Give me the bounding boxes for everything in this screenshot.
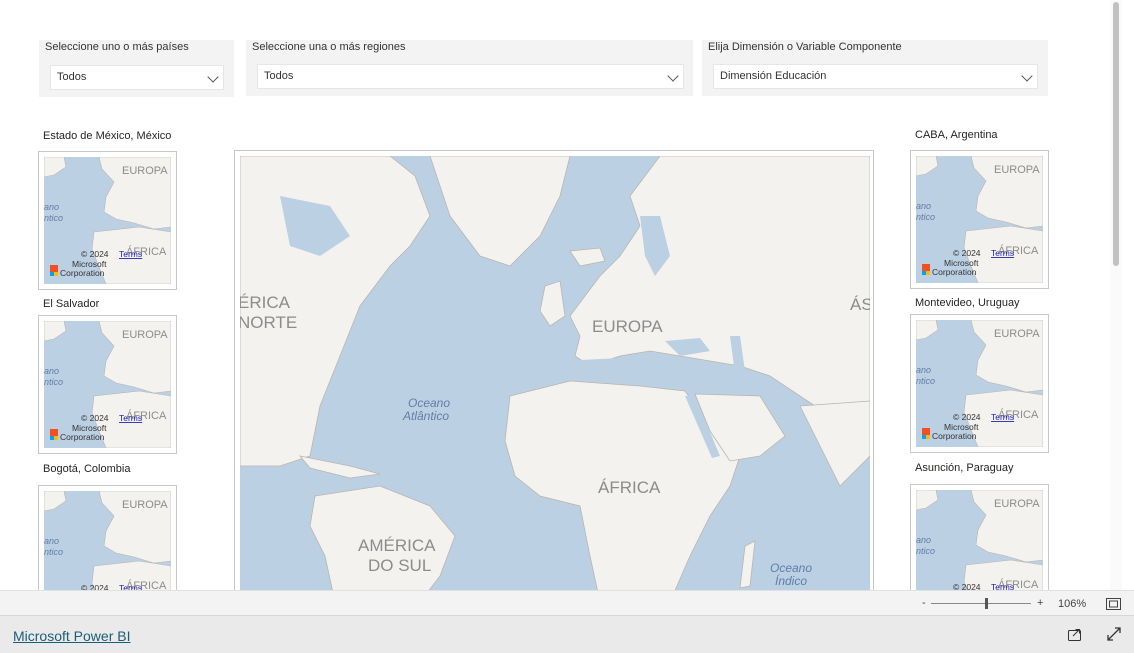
report-canvas: Seleccione uno o más países Todos Selecc… — [0, 0, 1122, 590]
label-oceano-indico-2: Índico — [775, 573, 807, 588]
mini-label-ocean: ntico — [44, 377, 63, 387]
countries-dropdown-value: Todos — [57, 71, 87, 83]
scrollbar-thumb[interactable] — [1113, 2, 1119, 266]
mini-terms-link[interactable]: Terms — [119, 413, 142, 423]
mini-map-graphic: EUROPAÁFRICAanontico© 2024TermsMicrosoft… — [916, 156, 1043, 283]
mini-map-graphic: EUROPAÁFRICAanontico© 2024TermsMicrosoft… — [44, 157, 171, 284]
mini-map[interactable]: EUROPAÁFRICAanontico© 2024TermsMicrosoft… — [38, 151, 177, 290]
mini-map[interactable]: EUROPAÁFRICAanontico© 2024TermsMicrosoft… — [910, 314, 1049, 453]
mini-map[interactable]: EUROPAÁFRICAanontico© 2024TermsMicrosoft… — [38, 485, 177, 590]
label-africa: ÁFRICA — [598, 478, 661, 497]
mini-terms-link[interactable]: Terms — [119, 583, 142, 590]
mini-map[interactable]: EUROPAÁFRICAanontico© 2024TermsMicrosoft… — [910, 150, 1049, 289]
chevron-down-icon — [667, 70, 679, 82]
mini-terms-link[interactable]: Terms — [991, 248, 1014, 258]
mini-label-ocean: ano — [916, 201, 931, 211]
mini-label-europa: EUROPA — [122, 499, 168, 511]
zoom-out-button[interactable]: - — [922, 597, 926, 609]
zoom-in-button[interactable]: + — [1037, 597, 1043, 609]
mini-vendor: Corporation — [60, 432, 105, 442]
footer-bar: Microsoft Power BI — [0, 615, 1134, 653]
slicer-dimension-title: Elija Dimensión o Variable Componente — [708, 41, 902, 53]
regions-dropdown[interactable]: Todos — [257, 64, 684, 89]
mini-label-ocean: ano — [916, 365, 931, 375]
label-america-sul-2: DO SUL — [368, 556, 431, 575]
slicer-countries: Seleccione uno o más países Todos — [39, 40, 234, 97]
mini-label-europa: EUROPA — [994, 164, 1040, 176]
mini-label-europa: EUROPA — [994, 498, 1040, 510]
mini-map[interactable]: EUROPAÁFRICAanontico© 2024TermsMicrosoft… — [38, 315, 177, 454]
map-title-asuncion: Asunción, Paraguay — [915, 462, 1014, 474]
chevron-down-icon — [207, 71, 219, 83]
zoom-slider-thumb[interactable] — [985, 598, 988, 609]
slicer-dimension: Elija Dimensión o Variable Componente Di… — [702, 40, 1048, 96]
zoom-level: 106% — [1058, 598, 1087, 610]
mini-label-ocean: ntico — [44, 547, 63, 557]
mini-copyright: © 2024 — [953, 582, 981, 590]
label-europa: EUROPA — [592, 317, 663, 336]
map-title-el-salvador: El Salvador — [43, 298, 100, 310]
mini-label-europa: EUROPA — [122, 165, 168, 177]
mini-map-graphic: EUROPAÁFRICAanontico© 2024TermsMicrosoft… — [44, 321, 171, 448]
zoom-bar: - + 106% — [0, 590, 1134, 616]
chevron-down-icon — [1021, 70, 1033, 82]
map-title-montevideo: Montevideo, Uruguay — [915, 297, 1020, 309]
mini-label-ocean: ano — [44, 366, 59, 376]
expand-icon[interactable] — [1106, 626, 1122, 642]
main-map-graphic: ÉRICA NORTE EUROPA ÁS Oceano Atlântico Á… — [240, 156, 870, 590]
mini-label-ocean: ntico — [916, 376, 935, 386]
label-oceano-atlantico-1: Oceano — [408, 396, 450, 410]
mini-copyright: © 2024 — [953, 248, 981, 258]
main-map[interactable]: ÉRICA NORTE EUROPA ÁS Oceano Atlântico Á… — [234, 150, 874, 590]
power-bi-link[interactable]: Microsoft Power BI — [13, 628, 130, 644]
zoom-slider[interactable] — [931, 598, 1031, 609]
label-oceano-indico-1: Oceano — [770, 561, 812, 575]
label-america-sul-1: AMÉRICA — [358, 536, 436, 555]
mini-label-ocean: ntico — [916, 212, 935, 222]
mini-map[interactable]: EUROPAÁFRICAanontico© 2024TermsMicrosoft… — [910, 484, 1049, 590]
regions-dropdown-value: Todos — [264, 70, 294, 82]
fit-to-page-icon[interactable] — [1106, 598, 1121, 610]
mini-label-europa: EUROPA — [122, 329, 168, 341]
slicer-regions: Seleccione una o más regiones Todos — [246, 40, 693, 96]
mini-map-graphic: EUROPAÁFRICAanontico© 2024TermsMicrosoft… — [916, 320, 1043, 447]
mini-copyright: © 2024 — [81, 413, 109, 423]
label-america-norte-1: ÉRICA — [240, 293, 291, 312]
slicer-regions-title: Seleccione una o más regiones — [252, 41, 406, 53]
mini-label-ocean: ntico — [44, 213, 63, 223]
mini-map-graphic: EUROPAÁFRICAanontico© 2024TermsMicrosoft… — [916, 490, 1043, 590]
label-america-norte-2: NORTE — [240, 313, 297, 332]
mini-label-ocean: ntico — [916, 546, 935, 556]
map-title-bogota: Bogotá, Colombia — [43, 463, 131, 475]
mini-vendor: Corporation — [932, 431, 977, 441]
map-title-caba: CABA, Argentina — [915, 129, 998, 141]
mini-terms-link[interactable]: Terms — [119, 249, 142, 259]
mini-terms-link[interactable]: Terms — [991, 582, 1014, 590]
slicer-countries-title: Seleccione uno o más países — [45, 41, 189, 53]
mini-copyright: © 2024 — [81, 583, 109, 590]
mini-map-graphic: EUROPAÁFRICAanontico© 2024TermsMicrosoft… — [44, 491, 171, 590]
label-oceano-atlantico-2: Atlântico — [402, 409, 449, 423]
mini-label-ocean: ano — [44, 202, 59, 212]
mini-copyright: © 2024 — [81, 249, 109, 259]
label-asia: ÁS — [850, 295, 870, 314]
countries-dropdown[interactable]: Todos — [50, 65, 224, 90]
mini-vendor: Corporation — [932, 267, 977, 277]
mini-vendor: Corporation — [60, 268, 105, 278]
mini-copyright: © 2024 — [953, 412, 981, 422]
mini-label-ocean: ano — [916, 535, 931, 545]
mini-terms-link[interactable]: Terms — [991, 412, 1014, 422]
mini-label-europa: EUROPA — [994, 328, 1040, 340]
dimension-dropdown[interactable]: Dimensión Educación — [713, 64, 1038, 89]
map-title-estado-mexico: Estado de México, México — [43, 130, 172, 142]
vertical-scrollbar[interactable] — [1110, 0, 1122, 590]
mini-label-ocean: ano — [44, 536, 59, 546]
share-icon[interactable] — [1067, 626, 1083, 642]
dimension-dropdown-value: Dimensión Educación — [720, 70, 827, 82]
